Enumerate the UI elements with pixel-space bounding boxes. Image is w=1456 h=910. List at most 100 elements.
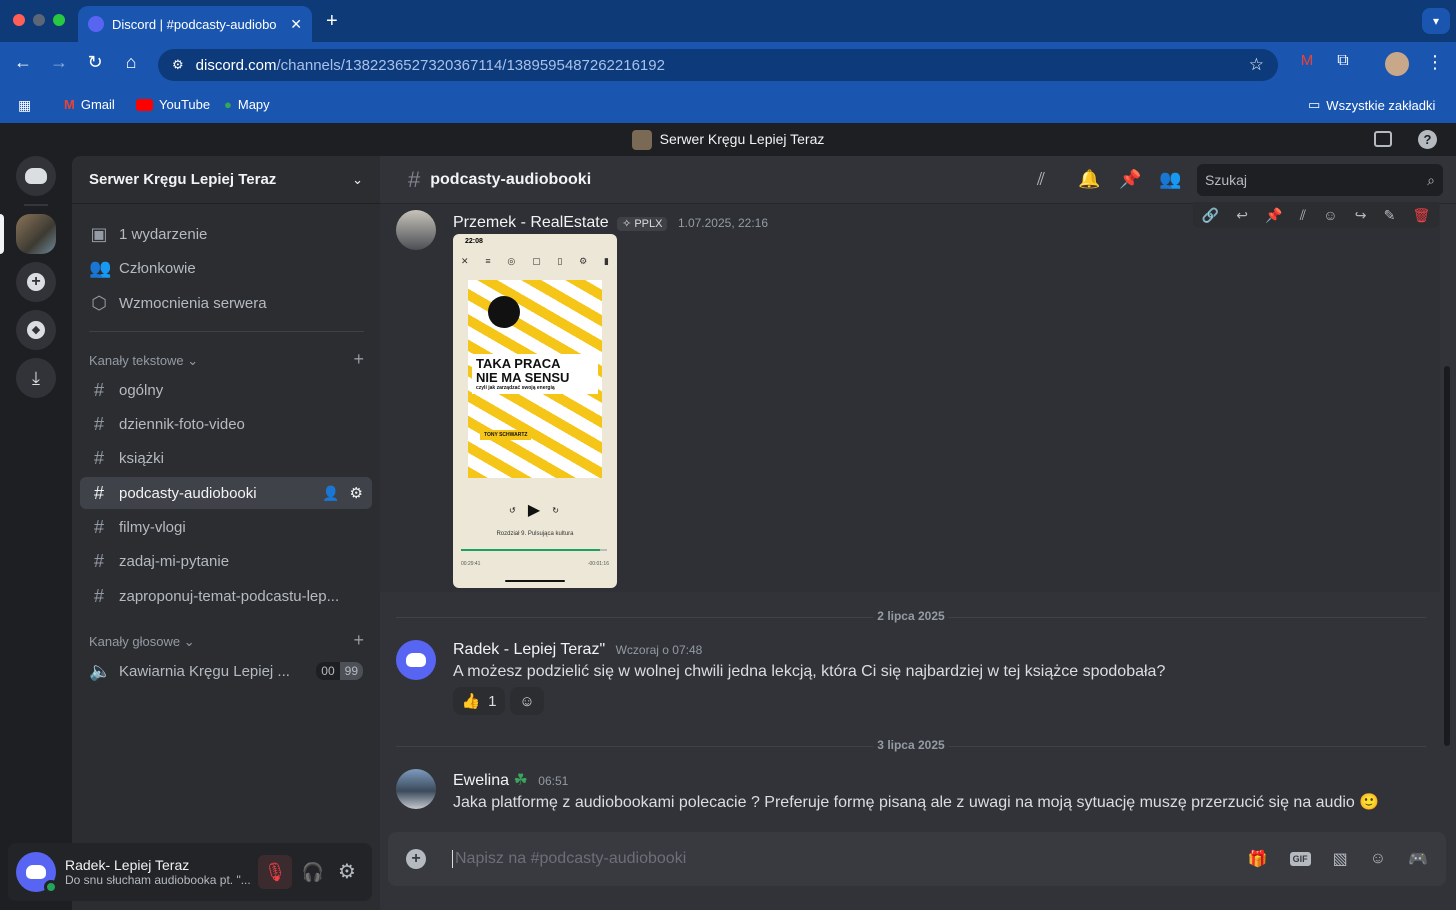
server-icon-lepiej-teraz[interactable] <box>16 214 56 254</box>
help-icon[interactable]: ? <box>1418 130 1437 149</box>
bookmark-star-icon[interactable]: ☆ <box>1249 55 1264 75</box>
elapsed-time: 00:29:41 <box>461 561 481 567</box>
url-path: /channels/1382236527320367114/1389595487… <box>276 56 665 74</box>
author-avatar[interactable] <box>396 640 436 680</box>
member-list-icon[interactable]: 👥 <box>1159 169 1181 190</box>
add-channel-icon[interactable]: + <box>353 631 364 650</box>
author-name[interactable]: Ewelina <box>453 772 509 789</box>
minimize-window-button[interactable] <box>33 14 45 26</box>
message-radek[interactable]: Radek - Lepiej Teraz" Wczoraj o 07:48 A … <box>396 640 1436 720</box>
voice-channels-category[interactable]: Kanały głosowe ⌄ + <box>89 631 364 650</box>
pinned-messages-icon[interactable]: 📌 <box>1119 169 1141 190</box>
members-item[interactable]: 👥 Członkowie <box>80 252 372 284</box>
reply-icon[interactable]: ↩ <box>1236 207 1248 224</box>
create-invite-icon[interactable]: 👤 <box>322 485 339 502</box>
user-settings-button[interactable]: ⚙ <box>330 855 364 889</box>
gift-icon[interactable]: 🎁 <box>1248 849 1268 869</box>
all-bookmarks-folder[interactable]: ▭ Wszystkie zakładki <box>1308 97 1435 113</box>
site-info-icon[interactable]: ⚙ <box>172 57 184 73</box>
tab-search-button[interactable]: ▾ <box>1422 8 1450 34</box>
message-composer[interactable]: + Napisz na #podcasty-audiobooki 🎁 GIF ▧… <box>388 832 1446 886</box>
unmute-button[interactable]: 🎙 <box>258 855 292 889</box>
hashtag-icon: # <box>93 550 104 571</box>
user-avatar[interactable] <box>16 852 58 894</box>
threads-icon[interactable]: ⫽ <box>1037 169 1045 190</box>
tab-title: Discord | #podcasty-audiobo <box>112 16 277 32</box>
channel-zaproponuj-temat[interactable]: # zaproponuj-temat-podcastu-lep... <box>80 580 372 612</box>
message-ewelina[interactable]: Ewelina ☘ 06:51 Jaka platformę z audiobo… <box>396 769 1436 819</box>
emoji-picker-icon[interactable]: ☺ <box>1370 850 1386 868</box>
discord-logo-icon <box>25 168 47 184</box>
message-przemek[interactable]: Przemek - RealEstate ✧ PPLX 1.07.2025, 2… <box>396 210 1436 590</box>
channel-filmy-vlogi[interactable]: # filmy-vlogi <box>80 511 372 543</box>
server-boosts-item[interactable]: ⬡ Wzmocnienia serwera <box>80 287 372 319</box>
online-status-icon <box>44 880 58 894</box>
forward-icon[interactable]: ↪ <box>1355 207 1367 224</box>
author-name[interactable]: Przemek - RealEstate <box>453 214 609 231</box>
thread-icon[interactable]: ⫽ <box>1300 207 1306 224</box>
events-item[interactable]: ▣ 1 wydarzenie <box>80 218 372 250</box>
discord-logo-icon <box>406 653 426 667</box>
author-avatar[interactable] <box>396 210 436 250</box>
home-icon[interactable]: ⌂ <box>118 52 144 73</box>
back-icon[interactable]: ← <box>10 52 36 73</box>
gear-icon[interactable]: ⚙ <box>350 484 363 502</box>
inbox-icon[interactable] <box>1374 131 1392 147</box>
bookmark-mapy[interactable]: ● Mapy <box>224 97 270 112</box>
direct-messages-button[interactable] <box>16 156 56 196</box>
pin-icon[interactable]: 📌 <box>1265 207 1282 224</box>
add-channel-icon[interactable]: + <box>353 350 364 369</box>
add-reaction-button[interactable]: ☺ <box>510 687 544 715</box>
close-window-button[interactable] <box>13 14 25 26</box>
extensions-icon[interactable]: ⧉ <box>1330 52 1356 70</box>
hashtag-icon: # <box>93 516 104 537</box>
add-reaction-icon[interactable]: ☺ <box>1323 207 1337 223</box>
bookmark-youtube[interactable]: YouTube <box>136 97 210 112</box>
image-attachment[interactable]: 22:08 ✕ ≡ ◎ ▢ ▯ ⚙ ▮ TAKA PRACA NIE MA SENSU cz… <box>453 234 617 588</box>
close-tab-icon[interactable]: ✕ <box>290 16 302 33</box>
upload-plus-icon[interactable]: + <box>406 849 426 869</box>
chat-scrollbar[interactable] <box>1444 366 1450 746</box>
apps-activities-icon[interactable]: 🎮 <box>1408 849 1428 869</box>
forward-icon[interactable]: → <box>46 52 72 73</box>
text-channels-category[interactable]: Kanały tekstowe ⌄ + <box>89 350 364 369</box>
notification-bell-icon[interactable]: 🔔 <box>1078 169 1100 190</box>
reaction-thumbs-up[interactable]: 👍 1 <box>453 687 505 715</box>
download-apps-button[interactable]: ⤓ <box>16 358 56 398</box>
address-bar[interactable]: ⚙ discord.com/channels/13822365273203671… <box>158 49 1278 81</box>
add-server-button[interactable]: + <box>16 262 56 302</box>
channel-ogolny[interactable]: # ogólny <box>80 374 372 406</box>
copy-link-icon[interactable]: 🔗 <box>1202 207 1219 224</box>
maximize-window-button[interactable] <box>53 14 65 26</box>
hashtag-icon: # <box>93 482 104 503</box>
server-tag-badge[interactable]: ✧ PPLX <box>617 217 668 231</box>
discord-app: Serwer Kręgu Lepiej Teraz ? + ◆ ⤓ Serwer… <box>0 123 1456 910</box>
profile-avatar[interactable] <box>1385 52 1409 76</box>
browser-menu-icon[interactable]: ⋮ <box>1422 52 1448 73</box>
bookmark-gmail[interactable]: M Gmail <box>64 97 115 112</box>
gif-icon[interactable]: GIF <box>1289 852 1311 866</box>
reload-icon[interactable]: ↻ <box>82 52 108 73</box>
gmail-extension-icon[interactable]: M <box>1294 52 1320 69</box>
channel-ksiazki[interactable]: # książki <box>80 442 372 474</box>
author-name[interactable]: Radek - Lepiej Teraz" <box>453 641 605 658</box>
browser-tab[interactable]: Discord | #podcasty-audiobo ✕ <box>78 6 312 42</box>
message-input[interactable]: Napisz na #podcasty-audiobooki <box>452 850 1228 868</box>
channel-zadaj-mi-pytanie[interactable]: # zadaj-mi-pytanie <box>80 545 372 577</box>
user-info[interactable]: Radek- Lepiej Teraz Do snu słucham audio… <box>65 857 258 887</box>
search-icon: ⌕ <box>1427 171 1435 188</box>
headphones-button[interactable]: 🎧 <box>296 855 330 889</box>
delete-icon[interactable]: 🗑 <box>1413 207 1431 224</box>
sticker-icon[interactable]: ▧ <box>1333 849 1348 869</box>
channel-podcasty-audiobooki[interactable]: # podcasty-audiobooki 👤 ⚙ <box>80 477 372 509</box>
browser-tabbar: Discord | #podcasty-audiobo ✕ + ▾ <box>0 0 1456 42</box>
new-tab-button[interactable]: + <box>326 10 338 33</box>
search-input[interactable]: Szukaj ⌕ <box>1197 164 1443 196</box>
channel-dziennik-foto-video[interactable]: # dziennik-foto-video <box>80 408 372 440</box>
apps-icon[interactable]: ▦ <box>18 97 31 114</box>
server-header[interactable]: Serwer Kręgu Lepiej Teraz ⌄ <box>72 156 380 204</box>
author-avatar[interactable] <box>396 769 436 809</box>
voice-channel-kawiarnia[interactable]: 🔈 Kawiarnia Kręgu Lepiej ... 00 99 <box>80 655 372 687</box>
edit-icon[interactable]: ✎ <box>1384 207 1396 224</box>
discover-button[interactable]: ◆ <box>16 310 56 350</box>
